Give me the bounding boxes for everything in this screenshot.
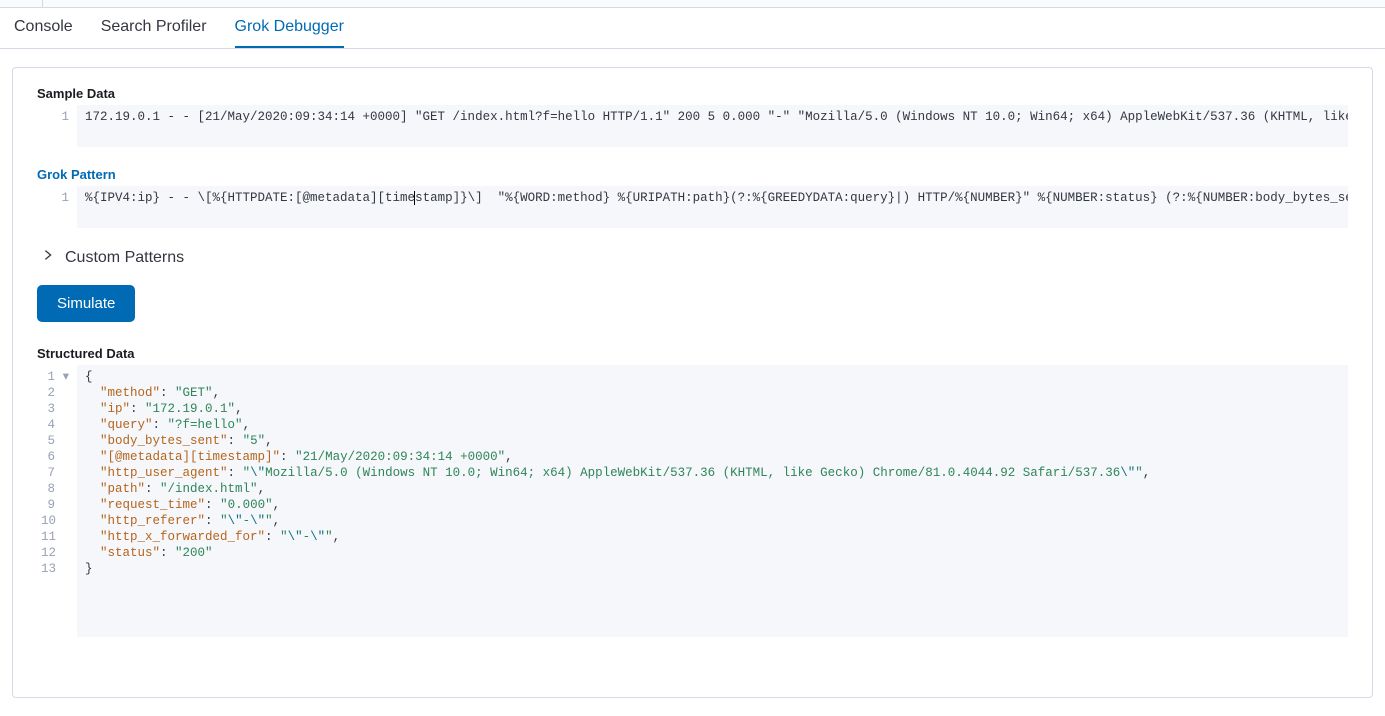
custom-patterns-label: Custom Patterns <box>65 249 184 267</box>
structured-data-label: Structured Data <box>37 346 1348 361</box>
sample-data-label: Sample Data <box>37 86 1348 101</box>
sample-data-code[interactable]: 172.19.0.1 - - [21/May/2020:09:34:14 +00… <box>77 105 1348 147</box>
structured-data-editor[interactable]: 1▾2 3 4 5 6 7 8 9 10 11 12 13 { "method"… <box>37 365 1348 637</box>
main-panel: Sample Data 1 172.19.0.1 - - [21/May/202… <box>12 67 1373 698</box>
simulate-button[interactable]: Simulate <box>37 285 135 322</box>
tab-console[interactable]: Console <box>14 18 73 48</box>
tab-grok-debugger[interactable]: Grok Debugger <box>235 18 344 48</box>
grok-pattern-code[interactable]: %{IPV4:ip} - - \[%{HTTPDATE:[@metadata][… <box>77 186 1348 228</box>
tabs: Console Search Profiler Grok Debugger <box>0 8 1385 49</box>
grok-pattern-label: Grok Pattern <box>37 167 1348 182</box>
breadcrumb-bar <box>0 0 1385 8</box>
grok-pattern-editor[interactable]: 1 %{IPV4:ip} - - \[%{HTTPDATE:[@metadata… <box>37 186 1348 228</box>
structured-data-gutter: 1▾2 3 4 5 6 7 8 9 10 11 12 13 <box>37 365 77 637</box>
structured-data-code[interactable]: { "method": "GET", "ip": "172.19.0.1", "… <box>77 365 1348 637</box>
custom-patterns-toggle[interactable]: Custom Patterns <box>41 248 1348 267</box>
chevron-right-icon <box>41 248 55 267</box>
grok-pattern-gutter: 1 <box>37 186 77 228</box>
sample-data-editor[interactable]: 1 172.19.0.1 - - [21/May/2020:09:34:14 +… <box>37 105 1348 147</box>
tab-search-profiler[interactable]: Search Profiler <box>101 18 207 48</box>
sample-data-gutter: 1 <box>37 105 77 147</box>
